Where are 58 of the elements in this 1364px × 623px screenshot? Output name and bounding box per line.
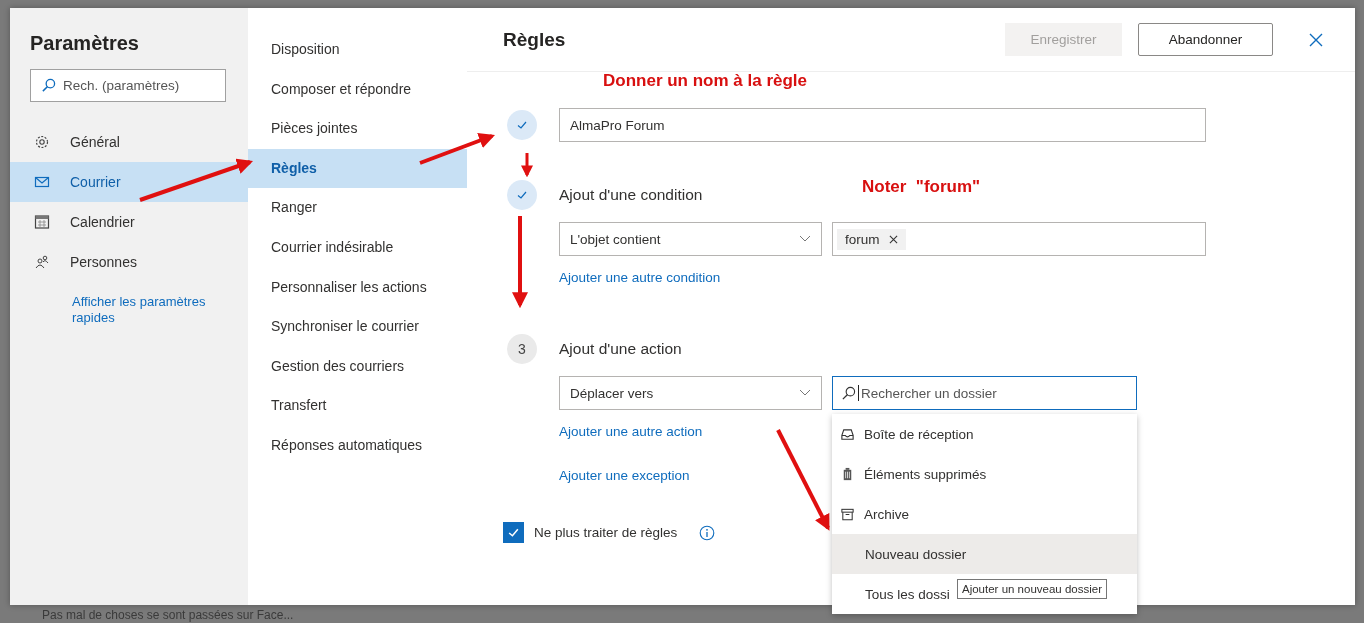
checkmark-icon — [516, 189, 528, 201]
chip-label: forum — [845, 231, 880, 247]
submenu-item[interactable]: Transfert — [248, 386, 467, 426]
submenu-item[interactable]: Composer et répondre — [248, 69, 467, 110]
rule-name-field[interactable]: AlmaPro Forum — [559, 108, 1206, 142]
sidebar-item[interactable]: Général — [10, 122, 248, 162]
action-dropdown[interactable]: Déplacer vers — [559, 376, 822, 410]
annotation-text: Donner un nom à la règle — [603, 71, 808, 91]
step-title: Ajout d'une condition — [559, 185, 703, 205]
remove-icon[interactable] — [888, 234, 898, 244]
tooltip: Ajouter un nouveau dossier — [957, 579, 1107, 599]
folder-search-field[interactable]: Rechercher un dossier — [832, 376, 1137, 410]
search-field[interactable]: Rech. (paramètres) — [30, 69, 226, 102]
close-icon[interactable] — [1309, 32, 1323, 47]
add-link[interactable]: Ajouter une autre condition — [559, 270, 1206, 286]
submenu-item[interactable]: Disposition — [248, 30, 467, 70]
sidebar-item[interactable]: Personnes — [10, 242, 248, 282]
search-icon — [41, 78, 56, 93]
gear-icon — [34, 134, 50, 150]
submenu-item[interactable]: Ranger — [248, 188, 467, 228]
checkbox[interactable] — [503, 522, 524, 543]
quick-settings-link[interactable]: Afficher les paramètres rapides — [72, 294, 207, 326]
sidebar-item[interactable]: Courrier — [10, 162, 248, 202]
chevron-down-icon — [799, 389, 811, 397]
search-icon — [841, 385, 856, 401]
checkmark-icon — [507, 526, 520, 539]
archive-icon — [840, 506, 855, 522]
submenu-item[interactable]: Pièces jointes — [248, 109, 467, 149]
submenu-item[interactable]: Réponses automatiques — [248, 425, 467, 466]
settings-title: Paramètres — [29, 32, 140, 55]
discard-button[interactable]: Abandonner — [1138, 23, 1273, 56]
panel-title: Règles — [503, 28, 566, 51]
step-title: Ajout d'une action — [559, 339, 682, 359]
annotation-text: Noter "forum" — [862, 177, 981, 197]
calendar-icon — [34, 214, 50, 230]
people-icon — [34, 254, 50, 270]
annotation-arrow — [521, 153, 533, 178]
folder-menu-item[interactable]: Archive — [832, 494, 909, 534]
condition-dropdown[interactable]: L'objet contient — [559, 222, 822, 256]
submenu-item[interactable]: Règles — [248, 148, 467, 189]
sidebar-item[interactable]: Calendrier — [10, 202, 248, 242]
folder-menu-item[interactable]: Nouveau dossier — [832, 534, 1137, 574]
envelope-icon — [34, 174, 50, 190]
folder-menu-item[interactable]: Éléments supprimés — [832, 454, 987, 494]
info-icon[interactable] — [699, 524, 716, 541]
condition-value-field[interactable]: forum — [832, 222, 1206, 256]
chevron-down-icon — [799, 235, 811, 243]
submenu-item[interactable]: Courrier indésirable — [248, 227, 467, 268]
submenu-item[interactable]: Personnaliser les actions — [248, 267, 467, 308]
background-text: Pas mal de choses se sont passées sur Face... — [42, 608, 294, 622]
folder-menu-item[interactable]: Tous les dossi — [832, 574, 950, 614]
submenu-item[interactable]: Gestion des courriers — [248, 346, 467, 387]
submenu-item[interactable]: Synchroniser le courrier — [248, 307, 467, 347]
step-number: 3 — [507, 334, 537, 364]
inbox-icon — [840, 426, 855, 442]
checkbox-label: Ne plus traiter de règles — [534, 525, 678, 540]
folder-menu-item[interactable]: Boîte de réception — [832, 414, 974, 454]
checkmark-icon — [516, 119, 528, 131]
